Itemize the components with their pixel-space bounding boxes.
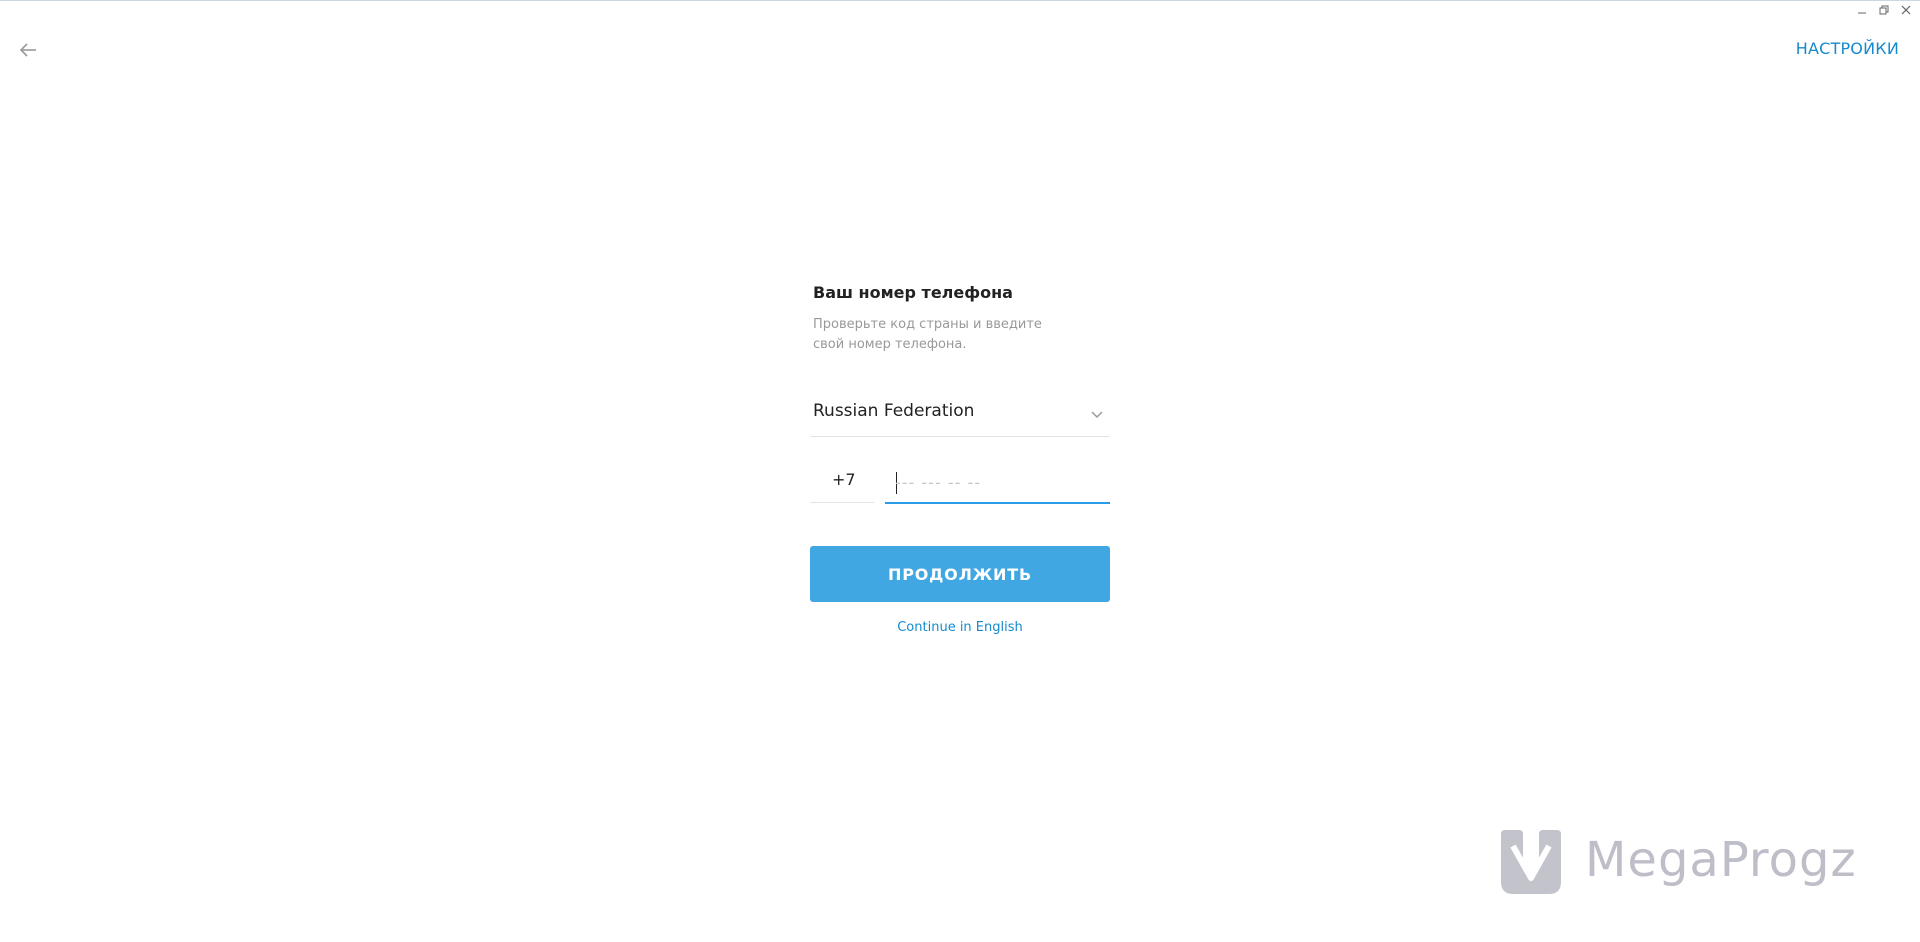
continue-in-english-link[interactable]: Continue in English: [810, 620, 1110, 635]
close-icon[interactable]: [1900, 4, 1912, 16]
back-button[interactable]: [16, 38, 40, 62]
country-code: +7: [832, 470, 856, 489]
page-title: Ваш номер телефона: [813, 283, 1013, 302]
phone-number-input[interactable]: [895, 468, 1095, 496]
phone-number-field[interactable]: [885, 464, 1110, 504]
restore-icon[interactable]: [1878, 4, 1890, 16]
settings-link[interactable]: НАСТРОЙКИ: [1796, 39, 1899, 58]
country-name: Russian Federation: [813, 401, 975, 421]
megaprogz-logo-icon: [1501, 830, 1561, 894]
minimize-icon[interactable]: [1856, 4, 1868, 16]
instructions-text: Проверьте код страны и введите свой номе…: [813, 315, 1053, 355]
instructions-line-1: Проверьте код страны и введите: [813, 317, 1042, 332]
telegram-login-window: НАСТРОЙКИ Ваш номер телефона Проверьте к…: [0, 0, 1920, 942]
instructions-line-2: свой номер телефона.: [813, 337, 967, 352]
country-code-field[interactable]: +7: [810, 464, 874, 503]
country-select[interactable]: Russian Federation: [810, 398, 1110, 437]
watermark-text: MegaProgz: [1585, 832, 1857, 888]
chevron-down-icon: [1091, 411, 1103, 419]
arrow-left-icon: [19, 43, 36, 57]
continue-button[interactable]: ПРОДОЛЖИТЬ: [810, 546, 1110, 602]
watermark: MegaProgz: [1495, 826, 1856, 898]
title-bar: [0, 0, 1920, 22]
window-controls: [1856, 4, 1912, 16]
